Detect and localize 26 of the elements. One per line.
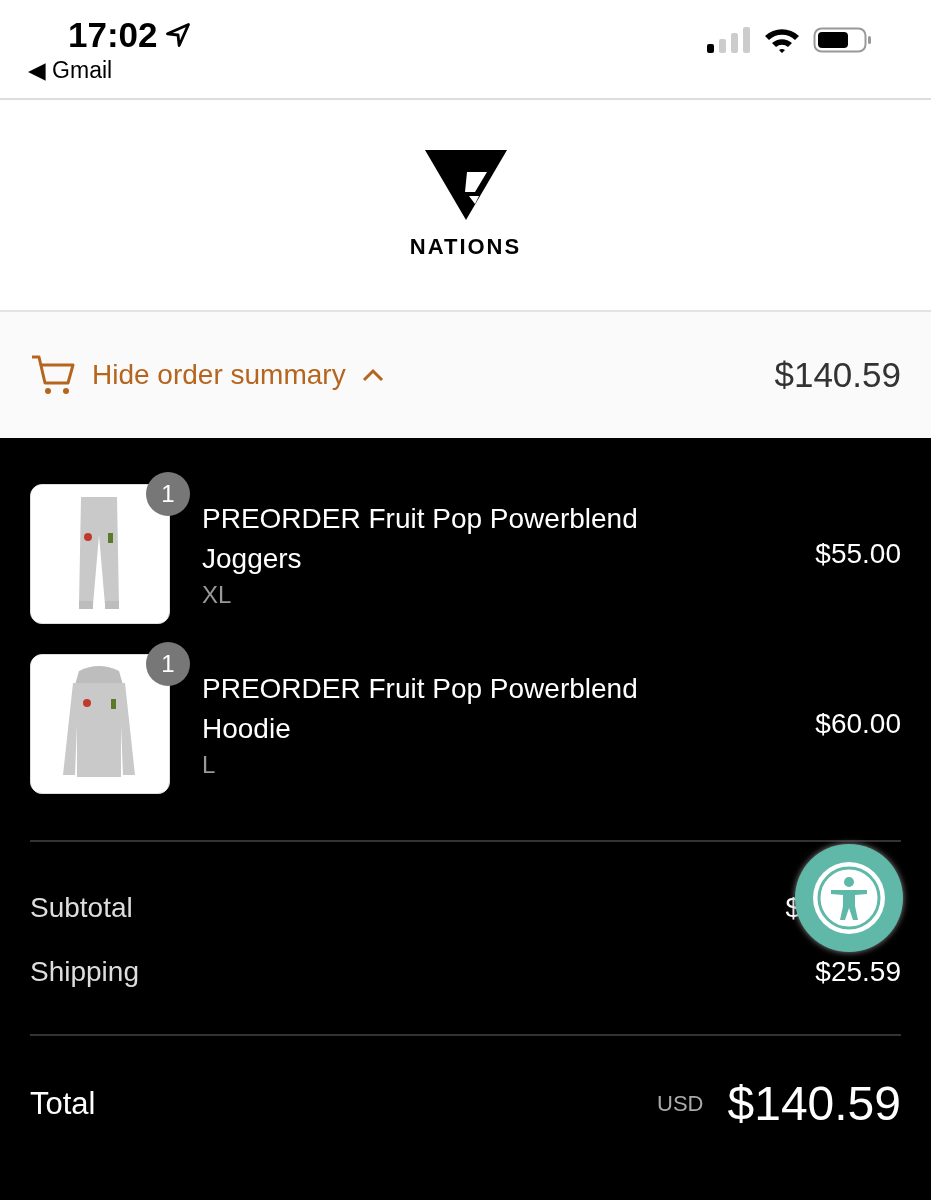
signal-icon <box>707 26 751 54</box>
total-amount: $140.59 <box>727 1076 901 1131</box>
cost-value: $25.59 <box>815 956 901 988</box>
product-price: $60.00 <box>815 708 901 740</box>
wifi-icon <box>763 26 801 54</box>
quantity-badge: 1 <box>146 642 190 686</box>
product-price: $55.00 <box>815 538 901 570</box>
product-variant: L <box>202 751 217 779</box>
cost-label: Shipping <box>30 956 139 988</box>
location-arrow-icon <box>163 20 192 49</box>
brand-name: NATIONS <box>409 234 522 260</box>
summary-total: $140.59 <box>774 355 901 395</box>
status-time: 17:02 <box>68 14 158 55</box>
total-label: Total <box>30 1085 97 1122</box>
hide-order-summary-button[interactable]: Hide order summary <box>30 353 384 397</box>
chevron-icon <box>361 368 384 382</box>
battery-icon <box>813 26 873 54</box>
cart-icon <box>30 353 76 397</box>
back-to-app-link[interactable]: ◀ Gmail <box>28 56 192 84</box>
product-name: PREORDER Fruit Pop Powerblend Joggers <box>202 502 639 576</box>
product-variant: XL <box>202 581 233 609</box>
logo-icon <box>424 150 507 222</box>
product-name: PREORDER Fruit Pop Powerblend Hoodie <box>202 672 639 746</box>
quantity-badge: 1 <box>146 472 190 516</box>
cost-label: Subtotal <box>30 892 133 924</box>
currency-code: USD <box>657 1090 704 1117</box>
